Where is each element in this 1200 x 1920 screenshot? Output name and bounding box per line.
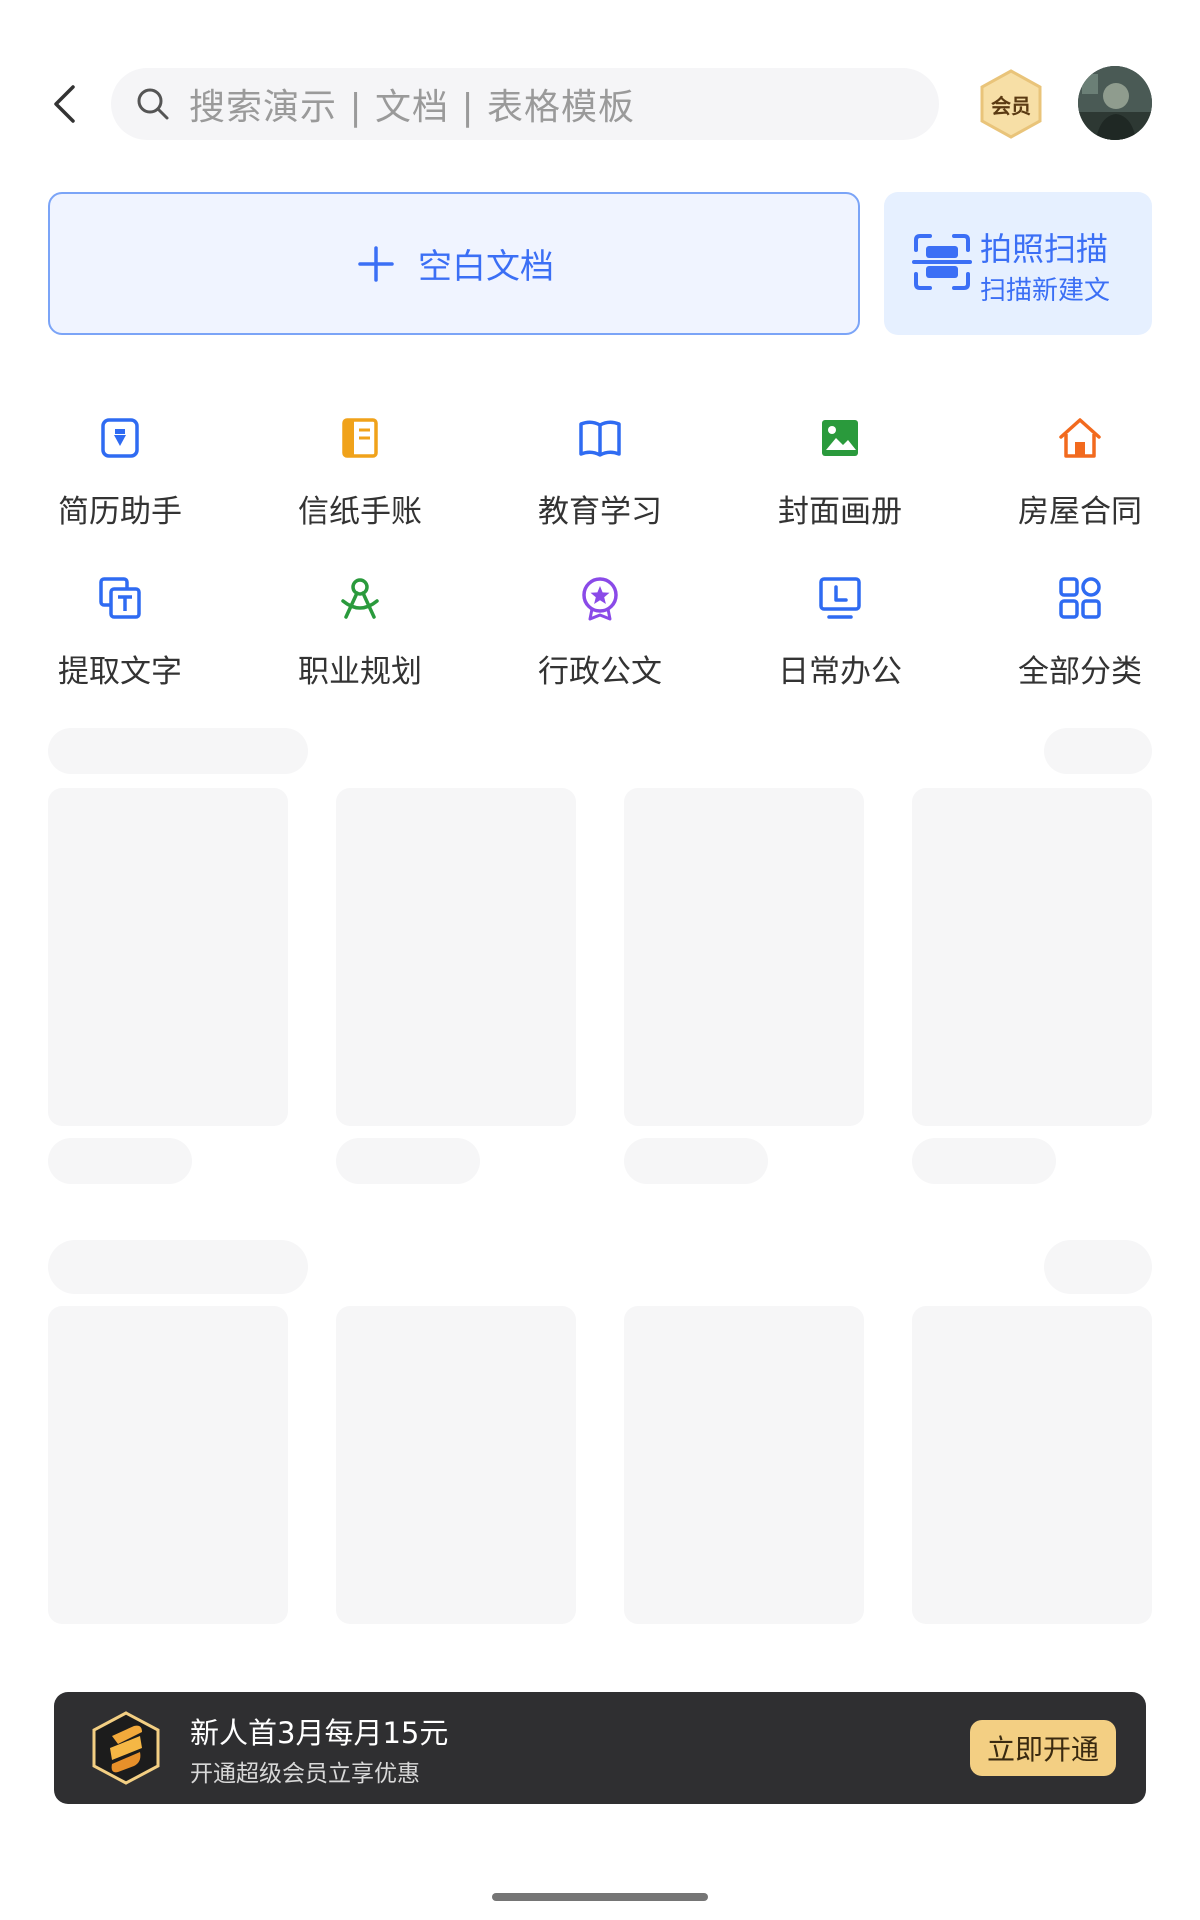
- category-education[interactable]: 教育学习: [500, 412, 700, 542]
- template-card-skeleton: [48, 788, 288, 1126]
- photo-scan-button[interactable]: 拍照扫描 扫描新建文: [884, 192, 1152, 335]
- template-title-skeleton: [624, 1138, 768, 1184]
- category-label: 房屋合同: [1018, 494, 1142, 530]
- section-title-skeleton: [48, 728, 308, 774]
- category-official-documents[interactable]: 行政公文: [500, 572, 700, 702]
- category-notebook[interactable]: 信纸手账: [260, 412, 460, 542]
- template-card-skeleton: [624, 788, 864, 1126]
- category-label: 封面画册: [778, 494, 902, 530]
- category-label: 全部分类: [1018, 654, 1142, 690]
- category-resume[interactable]: 简历助手: [20, 412, 220, 542]
- membership-promo-banner[interactable]: 新人首3月每月15元 开通超级会员立享优惠 立即开通: [54, 1692, 1146, 1804]
- category-career-planning[interactable]: 职业规划: [260, 572, 460, 702]
- compass-icon: [334, 572, 386, 624]
- text-extract-icon: [94, 572, 146, 624]
- category-label: 职业规划: [298, 654, 422, 690]
- book-icon: [574, 412, 626, 464]
- template-card-skeleton: [912, 788, 1152, 1126]
- category-label: 信纸手账: [298, 494, 422, 530]
- search-placeholder: 搜索演示 | 文档 | 表格模板: [189, 87, 636, 128]
- template-card-skeleton: [624, 1306, 864, 1624]
- grid-icon: [1054, 572, 1106, 624]
- search-icon: [137, 88, 169, 120]
- scan-icon: [912, 234, 972, 290]
- badge-icon: [574, 572, 626, 624]
- activate-now-button[interactable]: 立即开通: [970, 1720, 1116, 1776]
- category-label: 日常办公: [778, 654, 902, 690]
- template-title-skeleton: [912, 1138, 1056, 1184]
- category-extract-text[interactable]: 提取文字: [20, 572, 220, 702]
- house-icon: [1054, 412, 1106, 464]
- category-label: 简历助手: [58, 494, 182, 530]
- category-label: 行政公文: [538, 654, 662, 690]
- category-all[interactable]: 全部分类: [980, 572, 1180, 702]
- chevron-left-icon: [54, 85, 75, 123]
- avatar[interactable]: [1078, 66, 1152, 140]
- avatar-image: [1078, 66, 1152, 140]
- promo-title: 新人首3月每月15元: [190, 1716, 449, 1750]
- section-more-skeleton: [1044, 1240, 1152, 1294]
- top-bar: 搜索演示 | 文档 | 表格模板 会员: [0, 64, 1200, 144]
- vip-badge[interactable]: 会员: [978, 68, 1044, 140]
- category-label: 提取文字: [58, 654, 182, 690]
- scan-subtitle: 扫描新建文: [980, 276, 1111, 306]
- template-title-skeleton: [336, 1138, 480, 1184]
- template-card-skeleton: [912, 1306, 1152, 1624]
- blank-document-label: 空白文档: [418, 247, 554, 287]
- scan-title: 拍照扫描: [980, 230, 1109, 268]
- category-cover-album[interactable]: 封面画册: [740, 412, 940, 542]
- vip-label: 会员: [991, 93, 1031, 118]
- template-card-skeleton: [48, 1306, 288, 1624]
- monitor-icon: [814, 572, 866, 624]
- section-more-skeleton: [1044, 728, 1152, 774]
- search-input[interactable]: 搜索演示 | 文档 | 表格模板: [111, 68, 939, 140]
- promo-subtitle: 开通超级会员立享优惠: [190, 1761, 420, 1787]
- resume-icon: [94, 412, 146, 464]
- category-label: 教育学习: [538, 494, 662, 530]
- category-daily-office[interactable]: 日常办公: [740, 572, 940, 702]
- back-button[interactable]: [44, 80, 84, 128]
- template-card-skeleton: [336, 1306, 576, 1624]
- template-card-skeleton: [336, 788, 576, 1126]
- category-house-contract[interactable]: 房屋合同: [980, 412, 1180, 542]
- plus-icon: [358, 245, 394, 282]
- template-title-skeleton: [48, 1138, 192, 1184]
- notebook-icon: [334, 412, 386, 464]
- membership-logo-icon: [92, 1711, 160, 1785]
- home-indicator[interactable]: [492, 1893, 708, 1901]
- blank-document-button[interactable]: 空白文档: [48, 192, 860, 335]
- image-icon: [814, 412, 866, 464]
- section-title-skeleton: [48, 1240, 308, 1294]
